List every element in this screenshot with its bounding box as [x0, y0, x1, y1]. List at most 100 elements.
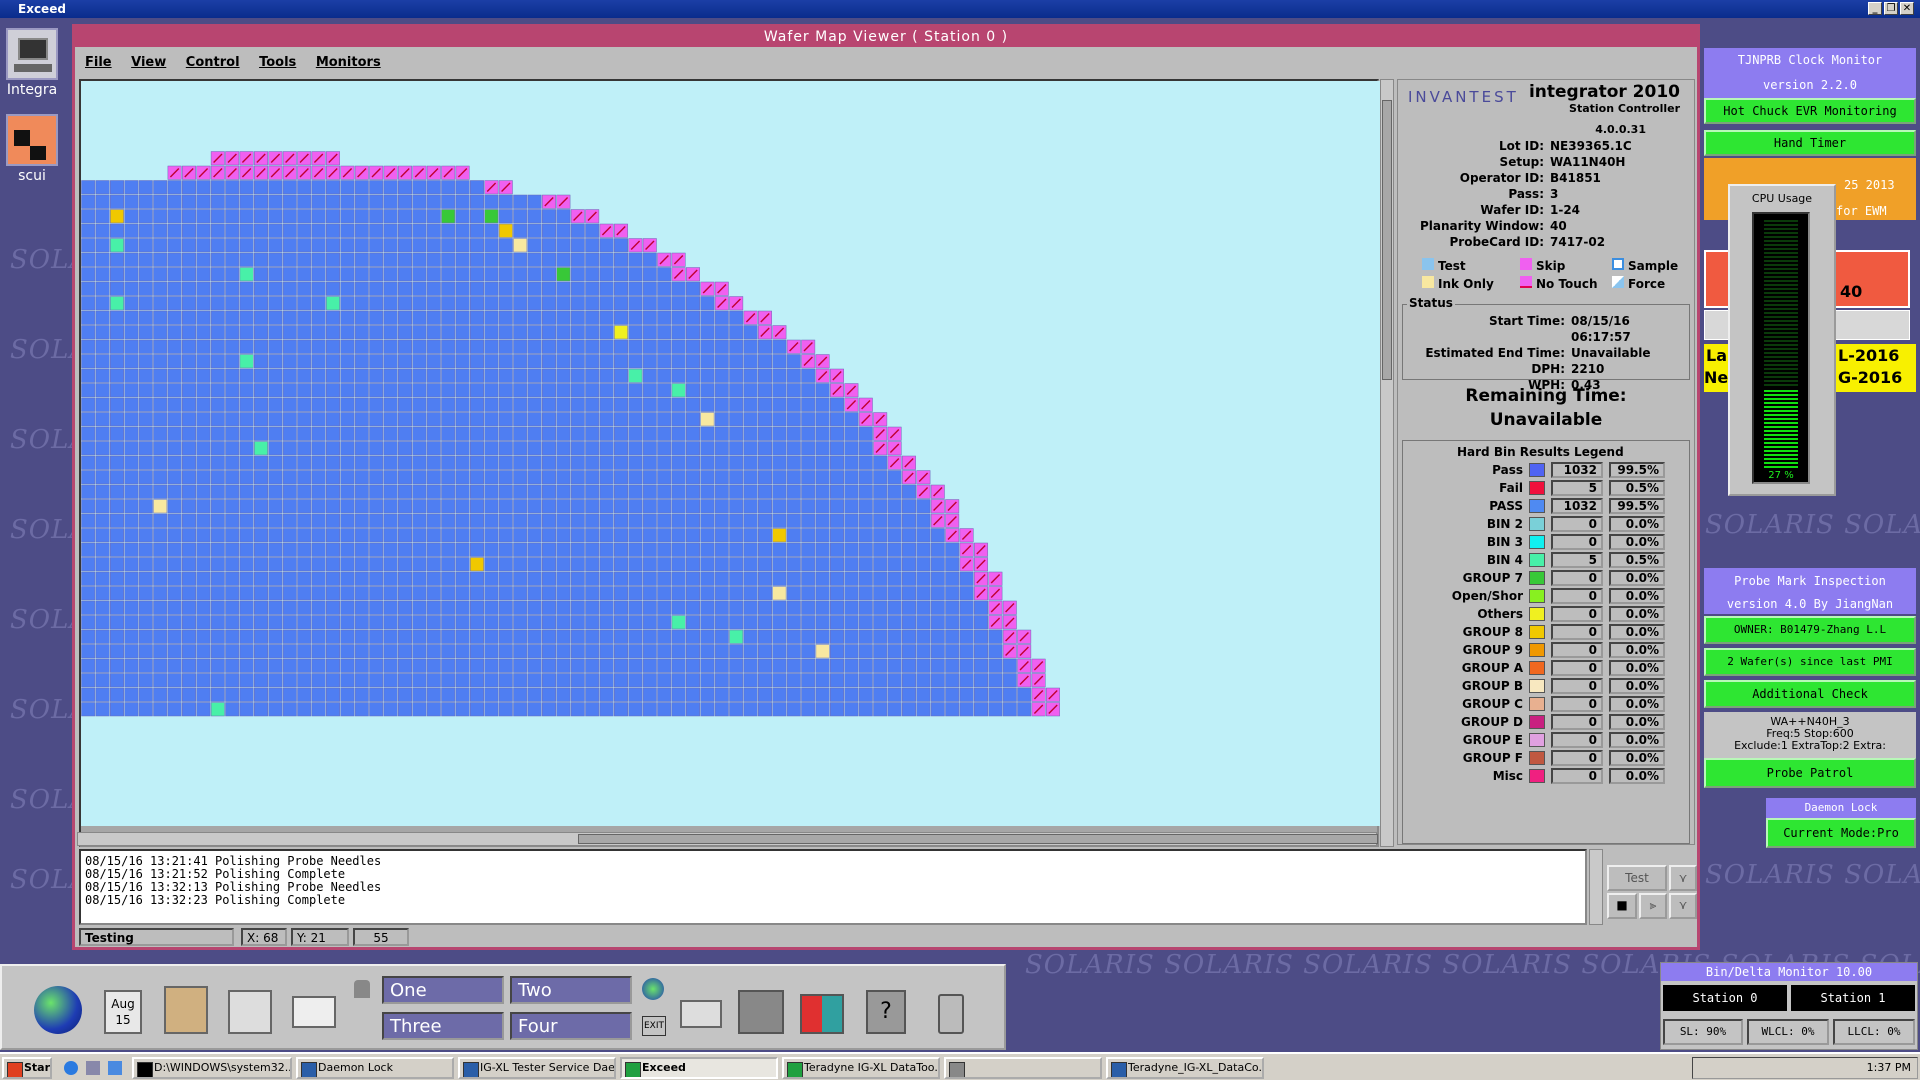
- die-cell[interactable]: [340, 600, 355, 615]
- die-cell[interactable]: [441, 238, 456, 253]
- die-cell[interactable]: [225, 368, 240, 383]
- die-cell[interactable]: [527, 397, 542, 412]
- die-cell[interactable]: [599, 702, 614, 717]
- die-cell[interactable]: [95, 412, 110, 427]
- die-cell[interactable]: [311, 644, 326, 659]
- die-cell[interactable]: [354, 281, 369, 296]
- die-cell[interactable]: [95, 484, 110, 499]
- die-cell[interactable]: [700, 658, 715, 673]
- die-cell[interactable]: [398, 354, 412, 369]
- die-cell[interactable]: [916, 586, 931, 601]
- die-cell[interactable]: [786, 615, 801, 630]
- die-cell[interactable]: [124, 426, 139, 441]
- die-cell[interactable]: [858, 629, 873, 644]
- die-cell[interactable]: [642, 615, 657, 630]
- die-cell[interactable]: [556, 397, 571, 412]
- die-cell[interactable]: [671, 644, 686, 659]
- die-cell[interactable]: [484, 673, 499, 688]
- die-cell[interactable]: [786, 499, 801, 514]
- die-cell[interactable]: [369, 571, 384, 586]
- die-cell[interactable]: [153, 455, 168, 470]
- die-cell[interactable]: [873, 542, 888, 557]
- die-cell[interactable]: [873, 658, 888, 673]
- die-cell[interactable]: [513, 281, 528, 296]
- die-cell[interactable]: [268, 368, 283, 383]
- die-cell[interactable]: [182, 310, 196, 325]
- die-cell[interactable]: [570, 687, 585, 702]
- die-cell[interactable]: [124, 325, 139, 340]
- die-cell[interactable]: [81, 310, 96, 325]
- die-cell[interactable]: [412, 397, 427, 412]
- die-cell[interactable]: [369, 194, 384, 209]
- die-cell[interactable]: [455, 470, 470, 485]
- die-cell[interactable]: [455, 499, 470, 514]
- die-cell[interactable]: [95, 281, 110, 296]
- die-cell[interactable]: [138, 615, 153, 630]
- die-cell[interactable]: [124, 455, 139, 470]
- die-cell[interactable]: [95, 499, 110, 514]
- die-cell[interactable]: [81, 368, 96, 383]
- die-cell[interactable]: [426, 354, 441, 369]
- die-cell[interactable]: [700, 426, 715, 441]
- die-cell[interactable]: [239, 310, 254, 325]
- die-cell[interactable]: [426, 542, 441, 557]
- die-cell[interactable]: [1002, 702, 1017, 717]
- die-cell[interactable]: [498, 310, 513, 325]
- die-cell[interactable]: [369, 673, 384, 688]
- die-cell[interactable]: [599, 368, 614, 383]
- die-cell[interactable]: [974, 644, 988, 659]
- die-cell[interactable]: [412, 441, 427, 456]
- die-cell[interactable]: [585, 354, 600, 369]
- die-cell[interactable]: [138, 325, 153, 340]
- exit-button[interactable]: EXIT: [642, 1016, 666, 1036]
- die-cell[interactable]: [642, 426, 657, 441]
- die-cell[interactable]: [282, 586, 297, 601]
- die-cell[interactable]: [671, 702, 686, 717]
- die-cell[interactable]: [412, 557, 427, 572]
- die-cell[interactable]: [959, 571, 974, 586]
- die-cell[interactable]: [786, 644, 801, 659]
- die-cell[interactable]: [196, 180, 211, 195]
- die-cell[interactable]: [153, 615, 168, 630]
- die-cell[interactable]: [614, 470, 628, 485]
- die-cell[interactable]: [254, 528, 268, 543]
- die-cell[interactable]: [743, 383, 758, 398]
- die-cell[interactable]: [426, 194, 441, 209]
- die-cell[interactable]: [1017, 687, 1032, 702]
- die-cell[interactable]: [426, 223, 441, 238]
- die-cell[interactable]: [210, 412, 225, 427]
- die-cell[interactable]: [81, 426, 96, 441]
- die-cell[interactable]: [498, 296, 513, 311]
- die-cell[interactable]: [254, 702, 268, 717]
- die-cell[interactable]: [153, 644, 168, 659]
- die-cell[interactable]: [153, 600, 168, 615]
- die-cell[interactable]: [628, 426, 643, 441]
- die-cell[interactable]: [542, 702, 556, 717]
- die-cell[interactable]: [542, 687, 556, 702]
- die-cell[interactable]: [844, 528, 859, 543]
- die-cell[interactable]: [628, 615, 643, 630]
- stop-button[interactable]: ■: [1607, 893, 1637, 919]
- die-cell[interactable]: [254, 470, 268, 485]
- die-cell[interactable]: [268, 194, 283, 209]
- die-cell[interactable]: [225, 310, 240, 325]
- die-cell[interactable]: [297, 687, 312, 702]
- die-cell[interactable]: [628, 600, 643, 615]
- die-cell[interactable]: [210, 629, 225, 644]
- die-cell[interactable]: [801, 484, 816, 499]
- die-cell[interactable]: [527, 513, 542, 528]
- die-cell[interactable]: [398, 586, 412, 601]
- die-cell[interactable]: [110, 455, 124, 470]
- die-cell[interactable]: [340, 368, 355, 383]
- die-cell[interactable]: [455, 368, 470, 383]
- die-cell[interactable]: [484, 528, 499, 543]
- die-cell[interactable]: [81, 354, 96, 369]
- die-cell[interactable]: [383, 455, 398, 470]
- die-cell[interactable]: [570, 571, 585, 586]
- die-cell[interactable]: [628, 368, 643, 383]
- die-cell[interactable]: [441, 673, 456, 688]
- die-cell[interactable]: [542, 629, 556, 644]
- die-cell[interactable]: [786, 383, 801, 398]
- die-cell[interactable]: [110, 615, 124, 630]
- die-cell[interactable]: [254, 629, 268, 644]
